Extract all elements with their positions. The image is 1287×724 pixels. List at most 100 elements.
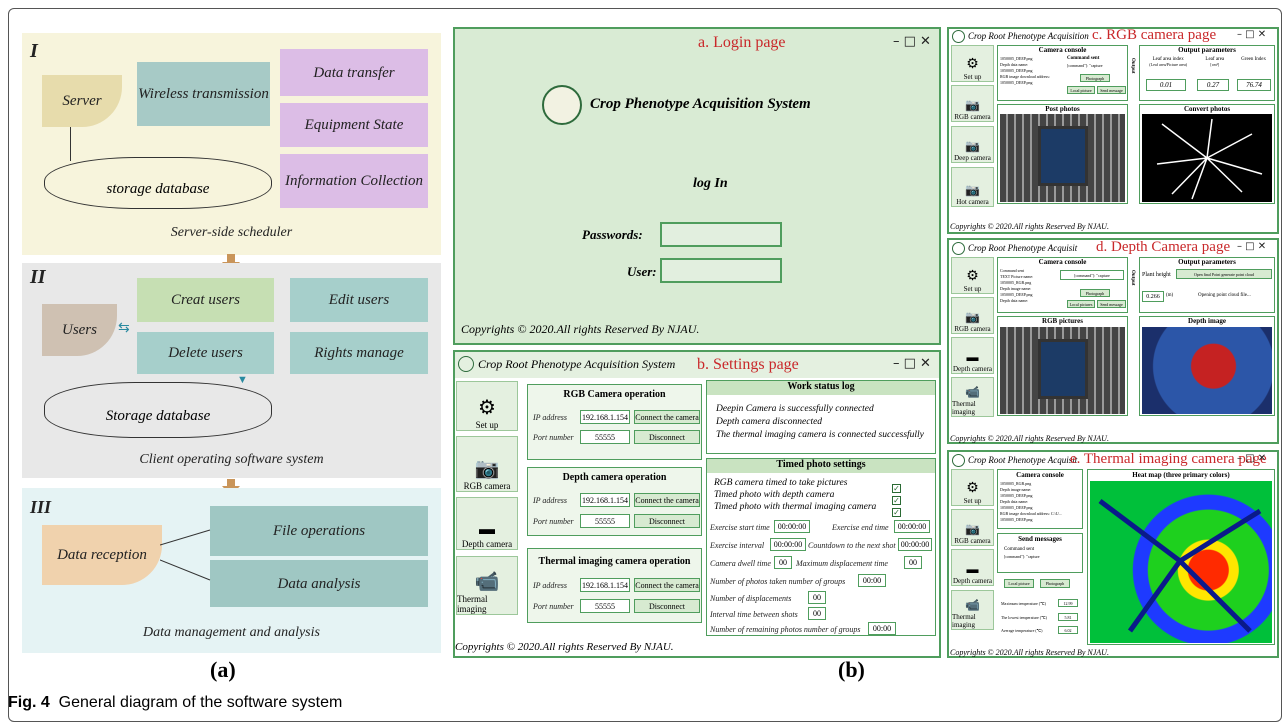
rgb-copyright: Copyrights © 2020.All rights Reserved By… (950, 222, 1109, 231)
tray-shape (1038, 339, 1088, 399)
timed-photo-title: Timed photo settings (707, 459, 935, 473)
countdown-field[interactable]: 00:00:00 (898, 538, 932, 551)
sidebar-item-depth-camera[interactable]: ▬ Depth camera (456, 497, 518, 550)
sidebar-item-label: RGB camera (463, 481, 511, 491)
max-temp-value: 12.99 (1058, 599, 1078, 607)
output-title: Output parameters (1178, 46, 1236, 54)
sidebar-item-rgb-camera[interactable]: 📷 RGB camera (951, 85, 994, 122)
avg-temp-value: 6.02 (1058, 626, 1078, 634)
app-logo-icon (952, 30, 965, 43)
depth-app-title: Crop Root Phenotype Acquisit (968, 243, 1078, 253)
tier-1-caption: Server-side scheduler (170, 225, 293, 240)
sidebar-item-label: Thermal imaging (952, 400, 976, 416)
thermal-connect-button[interactable]: Connect the camera (634, 578, 700, 592)
rgb-ip-field[interactable]: 192.168.1.154 (580, 410, 630, 424)
depth-port-field[interactable]: 55555 (580, 514, 630, 528)
thermal-disconnect-button[interactable]: Disconnect (634, 599, 700, 613)
timed-check-row: RGB camera timed to take pictures (714, 477, 904, 489)
thermal-ip-field[interactable]: 192.168.1.154 (580, 578, 630, 592)
heat-map-image (1090, 481, 1272, 643)
console-lines: Command sent TEXT Picture name: 1050005_… (1000, 268, 1033, 304)
log-in-heading: log In (693, 176, 728, 191)
thermal-camera-icon: 📹 (474, 571, 500, 593)
end-time-field[interactable]: 00:00:00 (894, 520, 930, 533)
rgb-port-field[interactable]: 55555 (580, 430, 630, 444)
sidebar-item-label: Depth camera (952, 365, 993, 373)
send-message-button[interactable]: Send message (1097, 300, 1126, 308)
sidebar-item-hot-camera[interactable]: 📷 Hot camera (951, 167, 994, 207)
sidebar-item-label: Set up (963, 285, 982, 293)
password-input[interactable] (660, 222, 782, 247)
sidebar-item-set-up[interactable]: ⚙ Set up (951, 45, 994, 82)
thermal-timed-checkbox[interactable]: ✓ (892, 502, 901, 520)
sidebar-item-thermal-imaging[interactable]: 📹 Thermal imaging (951, 590, 994, 630)
user-input[interactable] (660, 258, 782, 283)
tier-3-caption: Data management and analysis (143, 625, 320, 640)
photograph-button[interactable]: Photograph (1080, 289, 1110, 297)
send-message-button[interactable]: Send message (1097, 86, 1126, 94)
sidebar-item-set-up[interactable]: ⚙ Set up (456, 381, 518, 431)
sidebar-item-rgb-camera[interactable]: 📷 RGB camera (456, 436, 518, 492)
local-picture-button[interactable]: Local picture (1067, 86, 1095, 94)
rgb-window-controls[interactable]: – □ ✕ (1237, 29, 1266, 40)
sidebar-item-depth-camera[interactable]: ▬ Depth camera (951, 549, 994, 586)
data-transfer-node: Data transfer (280, 49, 428, 96)
depth-ip-field[interactable]: 192.168.1.154 (580, 493, 630, 507)
ip-label: IP address (533, 581, 567, 590)
rgb-connect-button[interactable]: Connect the camera (634, 410, 700, 424)
settings-window-controls[interactable]: – □ ✕ (893, 356, 931, 371)
gear-icon: ⚙ (478, 397, 496, 419)
storage-database-cylinder: storage database (44, 157, 272, 209)
depth-connect-button[interactable]: Connect the camera (634, 493, 700, 507)
local-picture-button[interactable]: Local picture (1004, 579, 1034, 588)
equipment-state-node: Equipment State (280, 103, 428, 147)
settings-app-title: Crop Root Phenotype Acquisition System (478, 357, 676, 371)
local-pictures-button[interactable]: Local pictures (1067, 300, 1095, 308)
post-photos-title: Post photos (1045, 105, 1080, 113)
photograph-button[interactable]: Photograph (1080, 74, 1110, 82)
camera-icon: 📷 (965, 183, 980, 197)
sidebar-item-set-up[interactable]: ⚙ Set up (951, 257, 994, 294)
shots-interval-label: Interval time between shots (710, 610, 798, 619)
tier-1-roman: I (30, 40, 38, 62)
rgb-app-title: Crop Root Phenotype Acquisition (968, 31, 1089, 41)
interval-field[interactable]: 00:00:00 (770, 538, 806, 551)
sidebar-item-thermal-imaging[interactable]: 📹 Thermal imaging (456, 556, 518, 615)
camera-icon: 📷 (965, 139, 980, 153)
leaf-area-index-value: 0.01 (1146, 79, 1186, 91)
thermal-window-controls[interactable]: – □ ✕ (1237, 453, 1266, 464)
window-controls[interactable]: – □ ✕ (893, 34, 931, 49)
leaf-area-value: 0.27 (1197, 79, 1229, 91)
sidebar-item-label: Depth camera (952, 577, 993, 585)
sidebar-item-rgb-camera[interactable]: 📷 RGB camera (951, 509, 994, 546)
opening-status: Opening point cloud file... (1198, 293, 1251, 298)
point-cloud-button[interactable]: Open final Point generate point cloud (1176, 269, 1272, 279)
command-value[interactable]: [command"]: "capture (1060, 270, 1124, 280)
figure-caption: Fig. 4 General diagram of the software s… (8, 694, 342, 712)
max-displacement-field[interactable]: 00 (904, 556, 922, 569)
groups-field[interactable]: 00:00 (858, 574, 886, 587)
remaining-label: Number of remaining photos number of gro… (710, 625, 861, 634)
information-collection-node: Information Collection (280, 154, 428, 208)
depth-window-controls[interactable]: – □ ✕ (1237, 241, 1266, 252)
displacements-field[interactable]: 00 (808, 591, 826, 604)
rgb-disconnect-button[interactable]: Disconnect (634, 430, 700, 444)
photograph-button[interactable]: Photograph (1040, 579, 1070, 588)
shots-interval-field[interactable]: 00 (808, 607, 826, 620)
sidebar-item-depth-camera[interactable]: ▬ Depth camera (951, 337, 994, 374)
remaining-field[interactable]: 00:00 (868, 622, 896, 635)
sidebar-item-rgb-camera[interactable]: 📷 RGB camera (951, 297, 994, 334)
tier-3-roman: III (30, 497, 52, 517)
figure-caption-text: General diagram of the software system (58, 694, 343, 711)
sidebar-item-deep-camera[interactable]: 📷 Deep camera (951, 126, 994, 163)
dwell-label: Camera dwell time (710, 559, 771, 568)
thermal-port-field[interactable]: 55555 (580, 599, 630, 613)
dwell-field[interactable]: 00 (774, 556, 792, 569)
start-time-field[interactable]: 00:00:00 (774, 520, 810, 533)
console-title: Camera console (1038, 46, 1087, 54)
depth-disconnect-button[interactable]: Disconnect (634, 514, 700, 528)
settings-copyright: Copyrights © 2020.All rights Reserved By… (455, 641, 674, 653)
sidebar-item-thermal-imaging[interactable]: 📹 Thermal imaging (951, 377, 994, 417)
sidebar-item-set-up[interactable]: ⚙ Set up (951, 469, 994, 506)
max-displacement-label: Maximum displacement time (796, 559, 888, 568)
